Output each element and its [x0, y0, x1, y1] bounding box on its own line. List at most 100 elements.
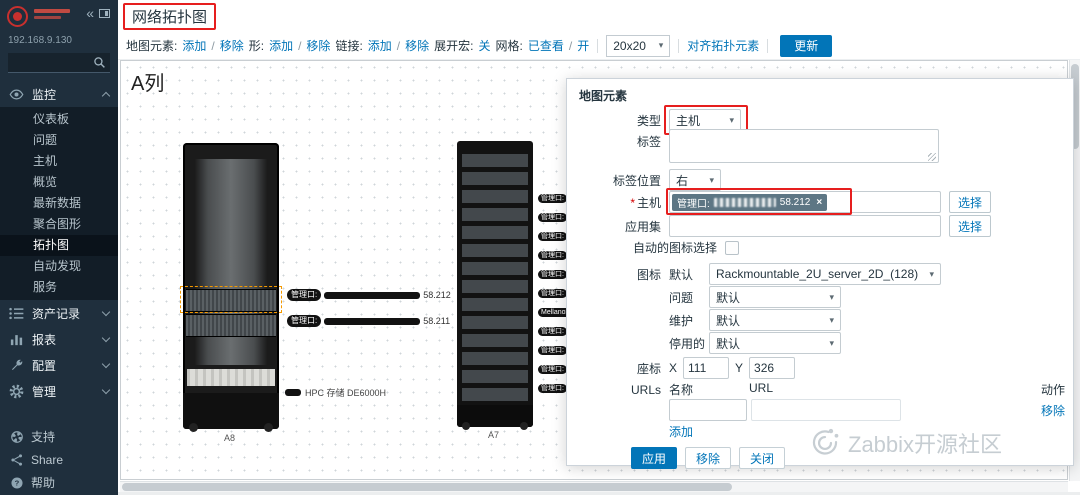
help-link[interactable]: ? 帮助 — [0, 471, 118, 494]
icon-disabled-row: 停用的 默认 ▾ — [567, 332, 1065, 354]
link-add-link[interactable]: 添加 — [368, 37, 392, 54]
share-link[interactable]: Share — [0, 448, 118, 471]
search-icon[interactable] — [93, 56, 106, 69]
redacted-host-name — [713, 197, 776, 207]
label-position-row: 标签位置 右 ▾ — [567, 169, 1065, 191]
auto-icon-checkbox[interactable] — [725, 240, 739, 255]
shape-add-link[interactable]: 添加 — [269, 37, 293, 54]
grid-on-toggle[interactable]: 开 — [577, 37, 589, 54]
url-add-link[interactable]: 添加 — [669, 423, 693, 440]
support-link[interactable]: 支持 — [0, 425, 118, 448]
sidebar: « 192.168.9.130 监控 仪表板 问题 主机 概览 最新数据 聚合图… — [0, 0, 118, 495]
toolbar-divider — [767, 38, 769, 53]
icon-default-label: 默认 — [669, 267, 694, 282]
sidebar-item-maps[interactable]: 拓扑图 — [0, 235, 118, 256]
sidebar-item-screens[interactable]: 聚合图形 — [0, 214, 118, 235]
application-input[interactable] — [669, 215, 941, 237]
expand-macros-label: 展开宏: — [434, 39, 474, 53]
icon-maintenance-value: 默认 — [716, 313, 741, 328]
sidebar-item-overview[interactable]: 概览 — [0, 172, 118, 193]
mgmt-port-pill: 管理口: — [538, 251, 567, 260]
question-icon: ? — [10, 476, 24, 490]
chevron-down-icon: ▾ — [729, 114, 734, 125]
coord-y-input[interactable] — [749, 357, 796, 379]
chevron-down-icon: ▾ — [829, 291, 834, 302]
url-name-input[interactable] — [669, 399, 747, 421]
storage-unit[interactable] — [187, 369, 275, 386]
horizontal-scrollbar[interactable] — [120, 481, 1068, 492]
sidebar-menu: 监控 仪表板 问题 主机 概览 最新数据 聚合图形 拓扑图 自动发现 服务 资产… — [0, 81, 118, 404]
remove-button[interactable]: 移除 — [685, 447, 732, 469]
host-chip[interactable]: 管理口: 58.212 × — [672, 193, 828, 211]
map-element-add-link[interactable]: 添加 — [182, 37, 206, 54]
separator: / — [211, 38, 215, 53]
host-label-row: 管理口: 58.212 — [287, 289, 451, 301]
chip-remove-icon[interactable]: × — [816, 197, 822, 208]
url-header: URL — [749, 381, 774, 395]
logo-icon[interactable] — [7, 6, 28, 27]
grid-size-select[interactable]: 20x20 ▾ — [606, 34, 671, 57]
sidebar-item-problems[interactable]: 问题 — [0, 130, 118, 151]
collapse-sidebar-icon[interactable]: « — [86, 6, 94, 20]
sidebar-item-discovery[interactable]: 自动发现 — [0, 256, 118, 277]
application-select-button[interactable]: 选择 — [949, 215, 992, 237]
label-position-select[interactable]: 右 ▾ — [669, 169, 721, 191]
expand-macros-toggle[interactable]: 关 — [479, 37, 491, 54]
map-element-remove-link[interactable]: 移除 — [220, 37, 244, 54]
sidebar-item-administration[interactable]: 管理 — [0, 378, 118, 404]
horizontal-scrollbar-thumb[interactable] — [122, 483, 732, 491]
svg-text:?: ? — [15, 478, 20, 487]
shape-remove-link[interactable]: 移除 — [306, 37, 330, 54]
host-select-button[interactable]: 选择 — [949, 191, 992, 213]
sidebar-item-hosts[interactable]: 主机 — [0, 151, 118, 172]
sidebar-item-latest-data[interactable]: 最新数据 — [0, 193, 118, 214]
separator: / — [298, 38, 302, 53]
icon-maintenance-select[interactable]: 默认 ▾ — [709, 309, 841, 331]
type-select[interactable]: 主机 ▾ — [669, 109, 741, 131]
link-remove-link[interactable]: 移除 — [405, 37, 429, 54]
close-button[interactable]: 关闭 — [739, 447, 786, 469]
share-label: Share — [31, 452, 64, 467]
link-label: 链接: — [335, 39, 363, 53]
dialog-title: 地图元素 — [579, 89, 628, 103]
sidebar-item-dashboard[interactable]: 仪表板 — [0, 109, 118, 130]
url-action-header: 动作 — [1040, 383, 1065, 397]
url-remove-link[interactable]: 移除 — [1041, 402, 1065, 419]
sidebar-item-inventory[interactable]: 资产记录 — [0, 300, 118, 326]
icon-problem-select[interactable]: 默认 ▾ — [709, 286, 841, 308]
sidebar-item-services[interactable]: 服务 — [0, 277, 118, 298]
align-elements-link[interactable]: 对齐拓扑元素 — [687, 37, 759, 54]
coord-x-input[interactable] — [683, 357, 730, 379]
coord-x-label: X — [669, 361, 678, 375]
selected-element-outline — [180, 286, 282, 313]
url-input[interactable] — [751, 399, 901, 421]
icon-disabled-select[interactable]: 默认 ▾ — [709, 332, 841, 354]
logo-text — [34, 9, 70, 22]
sidebar-item-configuration[interactable]: 配置 — [0, 352, 118, 378]
apply-button[interactable]: 应用 — [631, 447, 678, 469]
sidebar-item-reports[interactable]: 报表 — [0, 326, 118, 352]
sidebar-item-monitoring[interactable]: 监控 — [0, 81, 118, 107]
kiosk-mode-icon[interactable] — [99, 9, 110, 18]
host-input[interactable]: 管理口: 58.212 × — [669, 191, 941, 213]
mgmt-port-pill: 管理口: — [538, 232, 567, 241]
icon-maintenance-label: 维护 — [669, 313, 694, 328]
support-label: 支持 — [31, 430, 56, 444]
icon-default-row: 图标 默认 Rackmountable_2U_server_2D_(128) ▾ — [567, 263, 1065, 285]
redacted-ip-bar — [324, 291, 421, 299]
type-value: 主机 — [676, 113, 701, 128]
server-unit[interactable] — [186, 314, 276, 337]
update-button[interactable]: 更新 — [780, 34, 833, 57]
auto-icon-row: 自动的图标选择 — [567, 239, 1065, 256]
url-name-header: 名称 — [669, 383, 694, 397]
separator: / — [568, 38, 573, 53]
map-element-label: 地图元素: — [126, 39, 178, 53]
rack-a7-element[interactable] — [457, 141, 533, 430]
icon-default-select[interactable]: Rackmountable_2U_server_2D_(128) ▾ — [709, 263, 941, 285]
label-textarea[interactable] — [669, 129, 939, 163]
grid-shown-toggle[interactable]: 已查看 — [528, 37, 564, 54]
chevron-down-icon: ▾ — [709, 174, 714, 185]
zabbix-community-logo-icon — [812, 428, 839, 455]
icon-default-value: Rackmountable_2U_server_2D_(128) — [716, 267, 919, 281]
urls-header-row: URLs 名称 URL 动作 — [567, 381, 1065, 398]
